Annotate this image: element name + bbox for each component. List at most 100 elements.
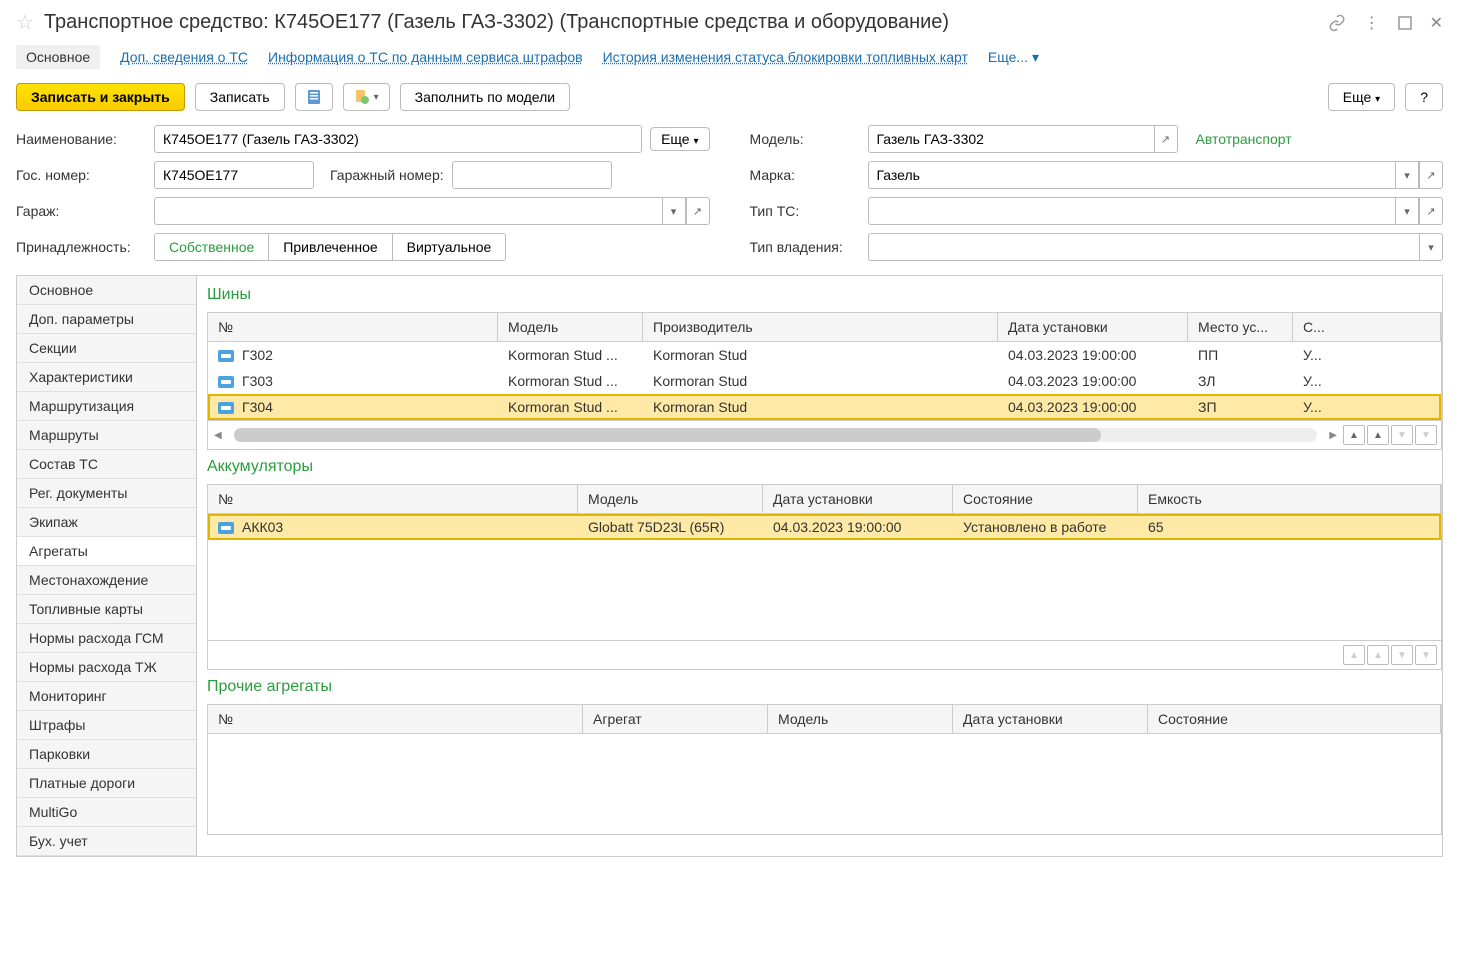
- tab-more[interactable]: Еще... ▾: [988, 49, 1039, 66]
- sidebar-item[interactable]: Маршрутизация: [17, 392, 196, 421]
- sidebar-item[interactable]: Топливные карты: [17, 595, 196, 624]
- garage-input[interactable]: [154, 197, 662, 225]
- ownership-group: Собственное Привлеченное Виртуальное: [154, 233, 506, 261]
- sidebar-item[interactable]: Агрегаты: [17, 537, 196, 566]
- ou-col-model[interactable]: Модель: [768, 705, 953, 733]
- sidebar-item[interactable]: Штрафы: [17, 711, 196, 740]
- sidebar-item[interactable]: Маршруты: [17, 421, 196, 450]
- tab-main[interactable]: Основное: [16, 45, 100, 69]
- sidebar-item[interactable]: Характеристики: [17, 363, 196, 392]
- bat-nav-top-icon[interactable]: ▲: [1343, 645, 1365, 665]
- tires-grid: № Модель Производитель Дата установки Ме…: [207, 312, 1442, 450]
- scroll-right-icon[interactable]: ▶: [1327, 430, 1339, 441]
- bat-nav-bottom-icon[interactable]: ▼: [1415, 645, 1437, 665]
- tires-col-model[interactable]: Модель: [498, 313, 643, 341]
- report-button[interactable]: [295, 83, 333, 111]
- sidebar-item[interactable]: Нормы расхода ТЖ: [17, 653, 196, 682]
- sidebar-item[interactable]: Состав ТС: [17, 450, 196, 479]
- row-icon: [218, 350, 234, 362]
- own-type-dropdown-icon[interactable]: ▾: [1419, 233, 1443, 261]
- tires-col-install[interactable]: Дата установки: [998, 313, 1188, 341]
- garage-num-input[interactable]: [452, 161, 612, 189]
- type-open-icon[interactable]: ↗: [1419, 197, 1443, 225]
- ownership-label: Принадлежность:: [16, 239, 146, 255]
- table-row[interactable]: АКК03Globatt 75D23L (65R)04.03.2023 19:0…: [208, 514, 1441, 540]
- type-label: Тип ТС:: [750, 203, 860, 219]
- bat-col-capacity[interactable]: Емкость: [1138, 485, 1441, 513]
- toolbar-more-button[interactable]: Еще ▾: [1328, 83, 1395, 111]
- sidebar: ОсновноеДоп. параметрыСекцииХарактеристи…: [17, 276, 197, 856]
- sidebar-item[interactable]: Доп. параметры: [17, 305, 196, 334]
- model-category-link[interactable]: Автотранспорт: [1196, 131, 1292, 147]
- ou-col-install[interactable]: Дата установки: [953, 705, 1148, 733]
- type-input[interactable]: [868, 197, 1396, 225]
- garage-label: Гараж:: [16, 203, 146, 219]
- link-icon[interactable]: [1328, 14, 1346, 32]
- more-menu-icon[interactable]: ⋮: [1364, 13, 1380, 33]
- document-dropdown-button[interactable]: ▾: [343, 83, 390, 111]
- sidebar-item[interactable]: Основное: [17, 276, 196, 305]
- name-more-button[interactable]: Еще ▾: [650, 127, 709, 151]
- ownership-hired-button[interactable]: Привлеченное: [269, 234, 392, 260]
- favorite-star-icon[interactable]: ☆: [16, 10, 34, 35]
- tires-title: Шины: [207, 286, 1442, 304]
- table-row[interactable]: Г304Kormoran Stud ...Kormoran Stud04.03.…: [208, 394, 1441, 420]
- nav-down-icon[interactable]: ▼: [1391, 425, 1413, 445]
- bat-col-num[interactable]: №: [208, 485, 578, 513]
- brand-open-icon[interactable]: ↗: [1419, 161, 1443, 189]
- sidebar-item[interactable]: Местонахождение: [17, 566, 196, 595]
- model-open-icon[interactable]: ↗: [1154, 125, 1178, 153]
- sidebar-item[interactable]: Нормы расхода ГСМ: [17, 624, 196, 653]
- scroll-left-icon[interactable]: ◀: [212, 430, 224, 441]
- nav-up-icon[interactable]: ▲: [1367, 425, 1389, 445]
- fill-by-model-button[interactable]: Заполнить по модели: [400, 83, 570, 111]
- brand-input[interactable]: [868, 161, 1396, 189]
- bat-col-install[interactable]: Дата установки: [763, 485, 953, 513]
- bat-col-model[interactable]: Модель: [578, 485, 763, 513]
- nav-top-icon[interactable]: ▲: [1343, 425, 1365, 445]
- save-close-button[interactable]: Записать и закрыть: [16, 83, 185, 111]
- garage-dropdown-icon[interactable]: ▾: [662, 197, 686, 225]
- sidebar-item[interactable]: MultiGo: [17, 798, 196, 827]
- sidebar-item[interactable]: Мониторинг: [17, 682, 196, 711]
- garage-open-icon[interactable]: ↗: [686, 197, 710, 225]
- close-icon[interactable]: ✕: [1430, 13, 1443, 33]
- ou-col-unit[interactable]: Агрегат: [583, 705, 768, 733]
- table-row[interactable]: Г302Kormoran Stud ...Kormoran Stud04.03.…: [208, 342, 1441, 368]
- table-row[interactable]: Г303Kormoran Stud ...Kormoran Stud04.03.…: [208, 368, 1441, 394]
- tires-scrollbar[interactable]: [234, 428, 1318, 442]
- tires-col-num[interactable]: №: [208, 313, 498, 341]
- sidebar-item[interactable]: Платные дороги: [17, 769, 196, 798]
- ou-col-num[interactable]: №: [208, 705, 583, 733]
- ownership-own-button[interactable]: Собственное: [155, 234, 269, 260]
- nav-bottom-icon[interactable]: ▼: [1415, 425, 1437, 445]
- model-label: Модель:: [750, 131, 860, 147]
- tab-additional[interactable]: Доп. сведения о ТС: [120, 49, 248, 65]
- gosnum-input[interactable]: [154, 161, 314, 189]
- tab-fines-info[interactable]: Информация о ТС по данным сервиса штрафо…: [268, 49, 583, 65]
- sidebar-item[interactable]: Секции: [17, 334, 196, 363]
- brand-dropdown-icon[interactable]: ▾: [1395, 161, 1419, 189]
- sidebar-item[interactable]: Экипаж: [17, 508, 196, 537]
- sidebar-item[interactable]: Рег. документы: [17, 479, 196, 508]
- bat-nav-up-icon[interactable]: ▲: [1367, 645, 1389, 665]
- tires-col-state[interactable]: С...: [1293, 313, 1441, 341]
- ou-col-state[interactable]: Состояние: [1148, 705, 1441, 733]
- bat-nav-down-icon[interactable]: ▼: [1391, 645, 1413, 665]
- model-input[interactable]: [868, 125, 1154, 153]
- page-title: Транспортное средство: К745ОЕ177 (Газель…: [44, 11, 1318, 34]
- tires-col-place[interactable]: Место ус...: [1188, 313, 1293, 341]
- own-type-input[interactable]: [868, 233, 1420, 261]
- name-input[interactable]: [154, 125, 642, 153]
- save-button[interactable]: Записать: [195, 83, 285, 111]
- help-button[interactable]: ?: [1405, 83, 1443, 111]
- type-dropdown-icon[interactable]: ▾: [1395, 197, 1419, 225]
- ownership-virtual-button[interactable]: Виртуальное: [393, 234, 506, 260]
- tab-block-history[interactable]: История изменения статуса блокировки топ…: [603, 49, 968, 65]
- other-units-grid: № Агрегат Модель Дата установки Состояни…: [207, 704, 1442, 835]
- tires-col-mfr[interactable]: Производитель: [643, 313, 998, 341]
- bat-col-state[interactable]: Состояние: [953, 485, 1138, 513]
- sidebar-item[interactable]: Парковки: [17, 740, 196, 769]
- maximize-icon[interactable]: [1398, 16, 1412, 30]
- sidebar-item[interactable]: Бух. учет: [17, 827, 196, 856]
